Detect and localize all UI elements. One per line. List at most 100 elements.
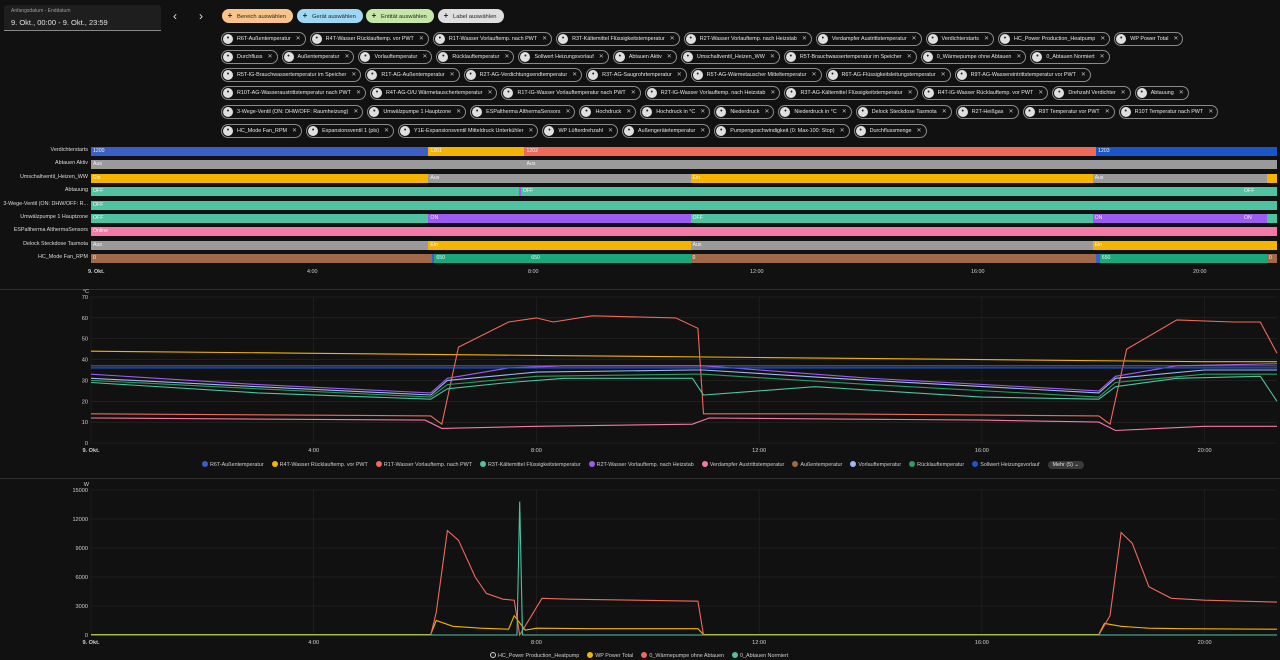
close-icon[interactable]: ✕ <box>608 125 613 137</box>
close-icon[interactable]: ✕ <box>292 125 297 137</box>
entity-chip[interactable]: • R10T Temperatur nach PWT ✕ <box>1118 105 1219 119</box>
timeline-row[interactable]: Aus Ein Aus Ein <box>91 240 1277 250</box>
date-range-picker[interactable]: Anfangsdatum - Enddatum 9. Okt., 00:00 -… <box>4 5 161 31</box>
close-icon[interactable]: ✕ <box>1100 33 1105 45</box>
close-icon[interactable]: ✕ <box>840 125 845 137</box>
close-icon[interactable]: ✕ <box>422 51 427 63</box>
timeline-segment[interactable]: Aus <box>1092 173 1267 183</box>
close-icon[interactable]: ✕ <box>811 69 816 81</box>
timeline-segment[interactable] <box>1266 214 1277 223</box>
entity-chip[interactable]: • R5T-AG-Wärmetauscher Mitteltemperatur ✕ <box>690 68 822 82</box>
legend-item[interactable]: Verdampfer Austrittstemperatur <box>701 461 784 468</box>
close-icon[interactable]: ✕ <box>1173 33 1178 45</box>
close-icon[interactable]: ✕ <box>528 125 533 137</box>
target-picker-button[interactable]: + Bereich auswählen <box>222 9 293 23</box>
entity-chip[interactable]: • Umwälzpumpe 1 Hauptzone ✕ <box>367 105 467 119</box>
entity-chip[interactable]: • R4T-IG-Wasser Rücklauftemp. vor PWT ✕ <box>921 86 1049 100</box>
close-icon[interactable]: ✕ <box>941 69 946 81</box>
entity-chip[interactable]: • R2T-AG-Verdichtungsendtemperatur ✕ <box>463 68 583 82</box>
entity-chip[interactable]: • R1T-Wasser Vorlauftemp. nach PWT ✕ <box>432 32 553 46</box>
timeline-segment[interactable]: 0 <box>91 254 432 264</box>
previous-day-button[interactable]: ‹ <box>168 9 182 23</box>
timeline-row[interactable]: Aus Aus <box>91 160 1277 170</box>
close-icon[interactable]: ✕ <box>764 106 769 118</box>
close-icon[interactable]: ✕ <box>353 106 358 118</box>
timeline-row[interactable]: Online <box>91 227 1277 237</box>
close-icon[interactable]: ✕ <box>1100 51 1105 63</box>
close-icon[interactable]: ✕ <box>296 33 301 45</box>
close-icon[interactable]: ✕ <box>356 87 361 99</box>
target-picker-button[interactable]: + Label auswählen <box>438 9 504 23</box>
entity-chip[interactable]: • R6T-Außentemperatur ✕ <box>221 32 306 46</box>
close-icon[interactable]: ✕ <box>267 51 272 63</box>
close-icon[interactable]: ✕ <box>917 125 922 137</box>
entity-chip[interactable]: • Rücklauftemperatur ✕ <box>436 50 515 64</box>
entity-chip[interactable]: • R4T-Wasser Rücklauftemp. vor PWT ✕ <box>309 32 429 46</box>
entity-chip[interactable]: • Abtauen Aktiv ✕ <box>612 50 677 64</box>
timeline-row[interactable]: OFF <box>91 200 1277 210</box>
legend-item[interactable]: Außentemperatur <box>792 461 842 468</box>
entity-chip[interactable]: • 0_Wärmepumpe ohne Abtauen ✕ <box>920 50 1027 64</box>
legend-item[interactable]: R1T-Wasser Vorlauftemp. nach PWT <box>375 461 472 468</box>
entity-chip[interactable]: • 3-Wege-Ventil (ON: DHW/OFF: Raumheizung… <box>221 105 364 119</box>
timeline-row[interactable]: 0 650 650 0 650 0 <box>91 254 1277 264</box>
close-icon[interactable]: ✕ <box>1208 106 1213 118</box>
entity-chip[interactable]: • Verdichterstarts ✕ <box>925 32 995 46</box>
timeline-segment[interactable]: 650 <box>1099 254 1267 264</box>
close-icon[interactable]: ✕ <box>770 51 775 63</box>
entity-chip[interactable]: • R4T-AG-O/U Wärmetauschertemperatur ✕ <box>369 86 498 100</box>
timeline-segment[interactable]: Ein <box>91 173 429 183</box>
close-icon[interactable]: ✕ <box>542 33 547 45</box>
timeline-segment[interactable]: ON <box>1092 214 1242 223</box>
close-icon[interactable]: ✕ <box>984 33 989 45</box>
close-icon[interactable]: ✕ <box>599 51 604 63</box>
close-icon[interactable]: ✕ <box>677 69 682 81</box>
close-icon[interactable]: ✕ <box>802 33 807 45</box>
entity-chip[interactable]: • Pumpengeschwindigkeit (0: Max-100: Stop… <box>714 124 850 138</box>
close-icon[interactable]: ✕ <box>344 51 349 63</box>
legend-item[interactable]: R3T-Kältemittel Flüssigkeitstemperatur <box>480 461 581 468</box>
close-icon[interactable]: ✕ <box>667 51 672 63</box>
entity-chip[interactable]: • HC_Power Production_Heatpump ✕ <box>998 32 1111 46</box>
close-icon[interactable]: ✕ <box>487 87 492 99</box>
close-icon[interactable]: ✕ <box>842 106 847 118</box>
target-picker-button[interactable]: + Entität auswählen <box>366 9 434 23</box>
timeline-segment[interactable]: Aus <box>428 173 691 183</box>
close-icon[interactable]: ✕ <box>572 69 577 81</box>
close-icon[interactable]: ✕ <box>419 33 424 45</box>
close-icon[interactable]: ✕ <box>670 33 675 45</box>
entity-chip[interactable]: • Abtauung ✕ <box>1134 86 1189 100</box>
close-icon[interactable]: ✕ <box>626 106 631 118</box>
close-icon[interactable]: ✕ <box>907 51 912 63</box>
entity-chip[interactable]: • R1T-AG-Außentemperatur ✕ <box>365 68 460 82</box>
legend-item[interactable]: R4T-Wasser Rücklauftemp. vor PWT <box>271 461 368 468</box>
close-icon[interactable]: ✕ <box>700 125 705 137</box>
timeline-row[interactable]: Ein Aus Ein Aus <box>91 173 1277 183</box>
entity-chip[interactable]: • Niederdruck in °C ✕ <box>778 105 852 119</box>
entity-chip[interactable]: • Hochdruck ✕ <box>579 105 637 119</box>
power-chart[interactable]: 0 3000 6000 9000 12000 15000W 9. Okt. 4:00 8:00 1… <box>0 479 1280 651</box>
legend-item[interactable]: 0_Wärmepumpe ohne Abtauen <box>641 652 724 659</box>
legend-more-button[interactable]: Mehr (5) ⌄ <box>1047 461 1084 469</box>
legend-item[interactable]: R6T-Außentemperatur <box>202 461 264 468</box>
close-icon[interactable]: ✕ <box>351 69 356 81</box>
series-line[interactable] <box>91 614 1278 636</box>
timeline-row[interactable]: OFF OFF OFF <box>91 187 1277 197</box>
entity-chip[interactable]: • R6T-AG-Flüssigkeitsleitungstemperatur ✕ <box>825 68 951 82</box>
timeline-segment[interactable]: Aus <box>91 240 429 250</box>
timeline-segment[interactable]: Ein <box>1092 240 1277 250</box>
entity-chip[interactable]: • R3T-AG-Kältemittel Flüssigkeitstemperat… <box>784 86 918 100</box>
entity-chip[interactable]: • R1T-IG-Wasser Vorlauftemperatur nach PW… <box>501 86 641 100</box>
entity-chip[interactable]: • Umschaltventil_Heizen_WW ✕ <box>680 50 780 64</box>
entity-chip[interactable]: • Hochdruck in °C ✕ <box>640 105 711 119</box>
target-picker-button[interactable]: + Gerät auswählen <box>297 9 363 23</box>
entity-chip[interactable]: • Durchfluss ✕ <box>221 50 278 64</box>
timeline-segment[interactable]: Aus <box>690 240 1093 250</box>
entity-chip[interactable]: • Y1E-Expansionsventil Mitteldruck Unterk… <box>398 124 539 138</box>
timeline-segment[interactable]: OFF <box>520 187 1242 197</box>
timeline-segment[interactable]: 1203 <box>1096 147 1277 156</box>
timeline-segment[interactable]: 0 <box>690 254 1097 264</box>
timeline-segment[interactable]: 1202 <box>524 147 1097 156</box>
timeline-segment[interactable]: Aus <box>91 160 525 170</box>
series-line[interactable] <box>90 350 1277 363</box>
